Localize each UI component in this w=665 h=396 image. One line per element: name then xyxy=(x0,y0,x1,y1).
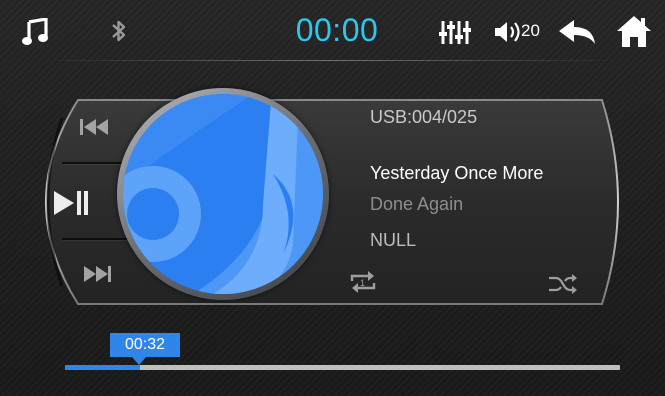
track-artist: Done Again xyxy=(370,194,464,214)
back-icon[interactable] xyxy=(559,20,597,44)
volume-level: 20 xyxy=(521,21,540,40)
progress-fill xyxy=(65,365,140,370)
music-player-screen: 00:00 20 USB:004/025 Yesterday Once More… xyxy=(0,0,665,396)
repeat-badge: 1 xyxy=(360,278,365,288)
top-bar: 00:00 20 xyxy=(0,0,665,61)
clock: 00:00 xyxy=(295,12,379,48)
top-divider xyxy=(40,60,625,61)
album-art xyxy=(117,88,329,300)
skip-next-icon[interactable] xyxy=(82,265,112,283)
bubble-pointer xyxy=(132,357,146,365)
track-album: NULL xyxy=(370,230,417,250)
volume-icon[interactable] xyxy=(494,20,522,44)
skip-previous-icon[interactable] xyxy=(80,118,110,136)
progress-track[interactable] xyxy=(65,365,620,370)
elapsed-time: 00:32 xyxy=(124,336,166,353)
shuffle-icon[interactable] xyxy=(548,274,578,294)
source-label: USB:004/025 xyxy=(370,107,478,127)
track-title: Yesterday Once More xyxy=(370,163,544,183)
equalizer-icon[interactable] xyxy=(438,18,472,46)
elapsed-time-bubble[interactable]: 00:32 xyxy=(110,333,180,365)
player-panel xyxy=(24,98,636,306)
repeat-one-icon[interactable]: 1 xyxy=(348,270,378,294)
home-icon[interactable] xyxy=(617,16,651,47)
music-note-icon[interactable] xyxy=(22,18,48,46)
bluetooth-icon[interactable] xyxy=(110,18,128,44)
play-pause-icon[interactable] xyxy=(54,190,90,216)
